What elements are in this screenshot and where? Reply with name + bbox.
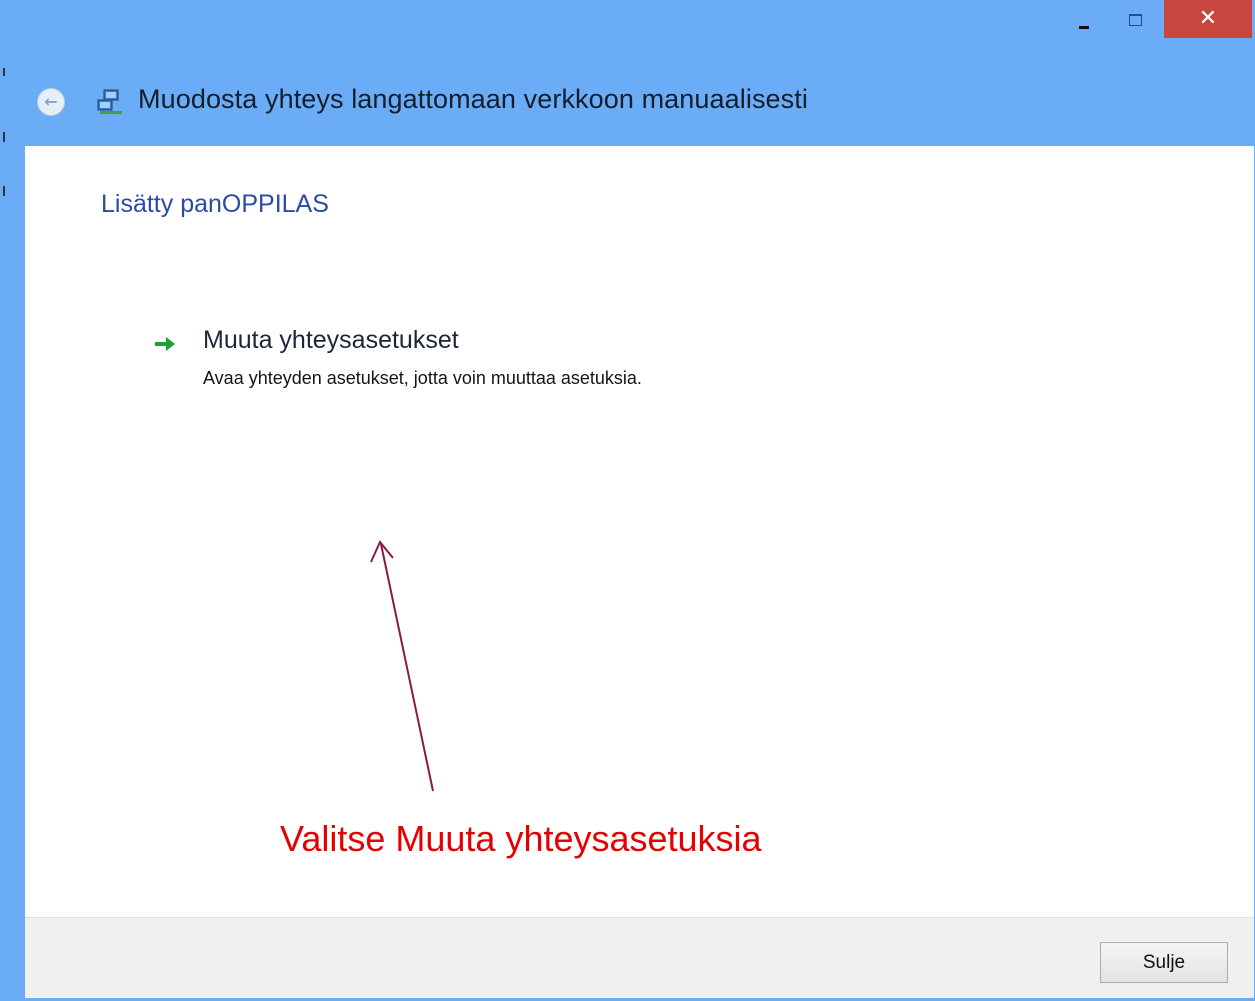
- close-icon: ✕: [1198, 6, 1218, 31]
- back-button[interactable]: ←: [37, 88, 65, 116]
- edge-mark: [3, 68, 5, 76]
- close-button[interactable]: Sulje: [1100, 942, 1228, 983]
- minimize-button[interactable]: [1064, 0, 1104, 40]
- minimize-icon: [1079, 25, 1089, 29]
- dialog-content: Lisätty panOPPILAS Muuta yhteysasetukset…: [25, 146, 1254, 917]
- dialog-window: ✕ ← Muodosta yhteys langattomaan verkkoo…: [0, 0, 1255, 1001]
- network-icon: [97, 89, 122, 114]
- navigation-bar: ← Muodosta yhteys langattomaan verkkoon …: [0, 78, 1255, 126]
- green-arrow-icon: [155, 337, 175, 351]
- dialog-footer: Sulje: [25, 917, 1254, 998]
- annotation-text: Valitse Muuta yhteysasetuksia: [280, 818, 762, 859]
- change-connection-settings-link[interactable]: Muuta yhteysasetukset Avaa yhteyden aset…: [153, 326, 853, 406]
- link-description: Avaa yhteyden asetukset, jotta voin muut…: [203, 368, 642, 388]
- maximize-icon: [1128, 14, 1142, 26]
- close-window-button[interactable]: ✕: [1164, 0, 1252, 38]
- window-title: Muodosta yhteys langattomaan verkkoon ma…: [138, 84, 808, 114]
- back-arrow-icon: ←: [44, 92, 58, 111]
- maximize-button[interactable]: [1112, 0, 1158, 40]
- edge-mark: [3, 186, 5, 196]
- annotation-arrow: [370, 540, 434, 792]
- link-title: Muuta yhteysasetukset: [203, 326, 459, 354]
- edge-mark: [3, 132, 5, 142]
- page-heading: Lisätty panOPPILAS: [101, 190, 329, 218]
